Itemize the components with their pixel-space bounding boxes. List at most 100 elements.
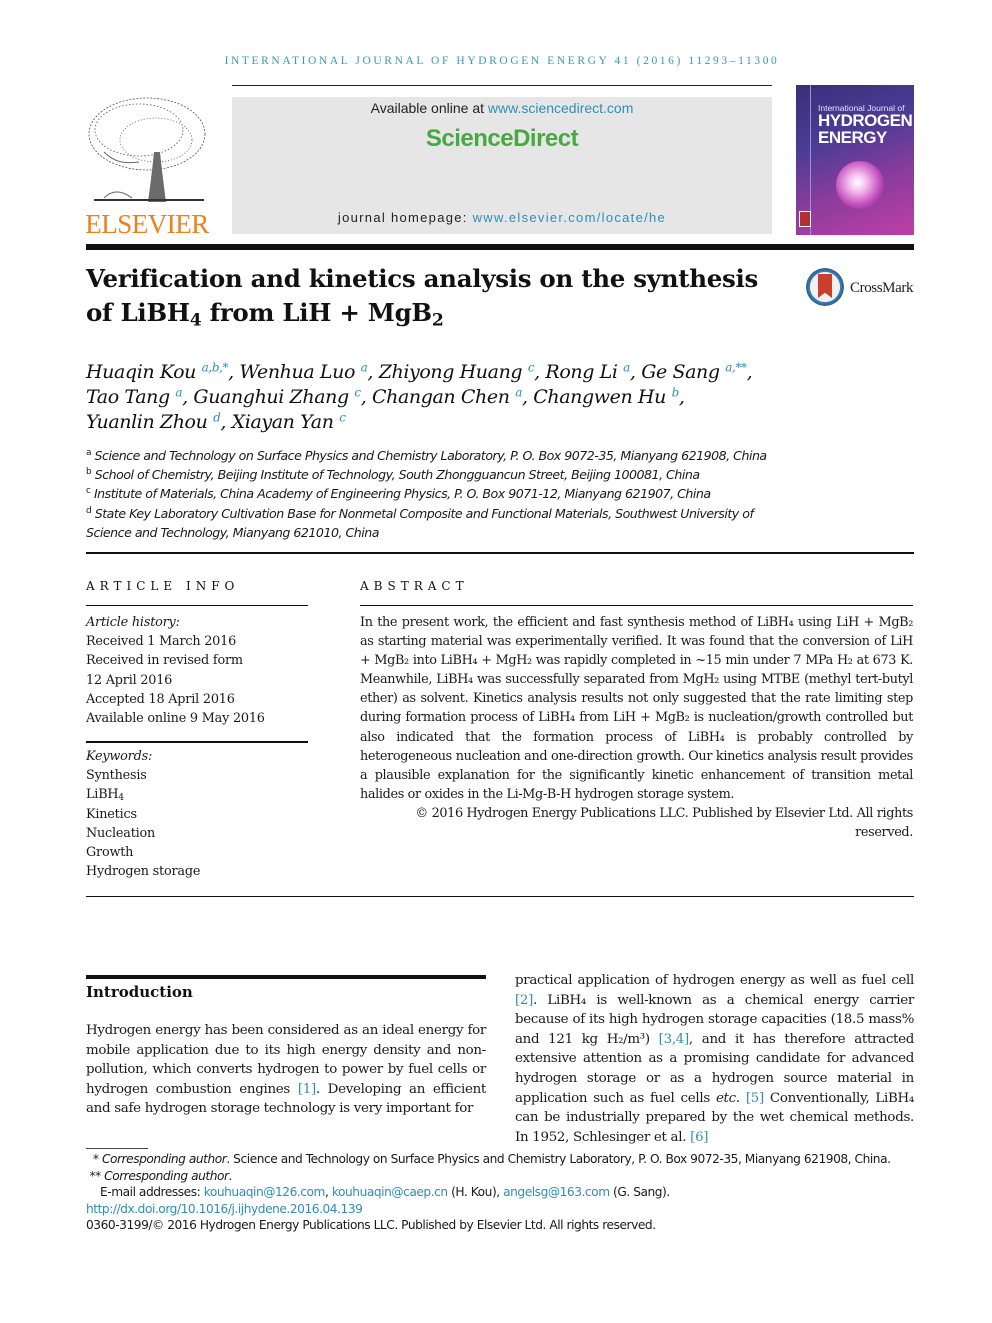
article-title: Verification and kinetics analysis on th… (86, 262, 786, 330)
crossmark-button[interactable]: CrossMark (806, 268, 918, 312)
affiliation-text: State Key Laboratory Cultivation Base fo… (86, 505, 754, 540)
body-column-right: practical application of hydrogen energy… (515, 971, 914, 1147)
introduction-rule (86, 975, 486, 979)
keyword-item: Hydrogen storage (86, 864, 201, 880)
author-name[interactable]: Changan Chen (372, 386, 510, 408)
elsevier-tree-icon (88, 97, 206, 202)
affiliation-item: d State Key Laboratory Cultivation Base … (86, 504, 776, 542)
affiliation-item: c Institute of Materials, China Academy … (86, 484, 776, 503)
affiliation-list: a Science and Technology on Surface Phys… (86, 446, 776, 542)
keyword-item: Kinetics (86, 806, 137, 822)
footnotes: * Corresponding author. Science and Tech… (86, 1151, 914, 1234)
affiliation-key: c (86, 486, 91, 497)
footnote-emails: E-mail addresses: kouhuaqin@126.com, kou… (100, 1185, 670, 1199)
author-separator: , (521, 386, 534, 408)
email-label: E-mail addresses: (100, 1185, 204, 1199)
citation-link[interactable]: [6] (690, 1130, 708, 1145)
running-head: INTERNATIONAL JOURNAL OF HYDROGEN ENERGY… (224, 55, 780, 67)
history-item: Accepted 18 April 2016 (86, 691, 235, 707)
author-separator: , (220, 411, 232, 433)
footnote-rule (86, 1148, 148, 1149)
journal-homepage-link[interactable]: www.elsevier.com/locate/he (473, 210, 666, 225)
journal-homepage-line: journal homepage: www.elsevier.com/locat… (232, 210, 772, 225)
author-name[interactable]: Yuanlin Zhou (86, 411, 208, 433)
author-name[interactable]: Xiayan Yan (232, 411, 334, 433)
author-separator: , (182, 386, 194, 408)
elsevier-wordmark: ELSEVIER (85, 209, 209, 239)
body-text-italic: etc. (715, 1090, 740, 1106)
author-separator: , (534, 361, 546, 383)
footnote-label: Corresponding author (101, 1152, 227, 1166)
author-affiliation-marker[interactable]: b (672, 385, 680, 399)
journal-cover-image[interactable]: International Journal of HYDROGEN ENERGY (796, 85, 914, 235)
footnote-text: . (228, 1168, 233, 1183)
author-affiliation-marker[interactable]: a,b,* (202, 360, 229, 374)
introduction-heading: Introduction (86, 983, 193, 1001)
history-item: Received 1 March 2016 (86, 634, 237, 650)
affiliation-item: a Science and Technology on Surface Phys… (86, 446, 776, 465)
author-separator: , (746, 361, 753, 383)
front-matter-divider (86, 552, 914, 554)
email-link[interactable]: kouhuaqin@126.com (204, 1185, 326, 1199)
author-name[interactable]: Rong Li (545, 361, 617, 383)
citation-link[interactable]: [2] (515, 993, 533, 1008)
author-affiliation-marker[interactable]: a (515, 385, 522, 399)
sciencedirect-banner: Available online at www.sciencedirect.co… (232, 97, 772, 234)
keyword-items: Synthesis LiBH4 Kinetics Nucleation Growth Hy… (86, 766, 308, 881)
author-name[interactable]: Zhiyong Huang (379, 361, 523, 383)
author-affiliation-marker[interactable]: a (623, 360, 630, 374)
affiliation-text: Science and Technology on Surface Physic… (94, 448, 768, 463)
elsevier-logo[interactable]: ELSEVIER (84, 92, 210, 238)
sciencedirect-link[interactable]: www.sciencedirect.com (488, 100, 634, 116)
article-info-rule (86, 605, 308, 606)
footnote-mark: * (92, 1152, 99, 1166)
article-info-heading: ARTICLE INFO (86, 579, 240, 593)
footnote-label: Corresponding author (104, 1168, 229, 1183)
cover-title: HYDROGEN ENERGY (818, 112, 913, 147)
body-text: practical application of hydrogen energy… (515, 973, 914, 988)
author-name[interactable]: Tao Tang (86, 386, 170, 408)
keyword-item: Nucleation (86, 825, 156, 841)
affiliation-item: b School of Chemistry, Beijing Institute… (86, 465, 776, 484)
footnote-corresponding-2: ** Corresponding author. (86, 1168, 914, 1185)
email-link[interactable]: kouhuaqin@caep.cn (332, 1185, 448, 1199)
crossmark-label: CrossMark (850, 280, 914, 296)
email-link[interactable]: angelsg@163.com (503, 1185, 610, 1199)
history-item: 12 April 2016 (86, 672, 173, 688)
affiliation-key: b (86, 467, 92, 478)
citation-link[interactable]: [5] (746, 1091, 764, 1106)
author-name[interactable]: Ge Sang (641, 361, 720, 383)
title-text-2: from LiH + MgB (201, 298, 433, 327)
affiliation-key: a (86, 448, 92, 459)
email-owner: (G. Sang). (609, 1185, 670, 1199)
issn-copyright: 0360-3199/© 2016 Hydrogen Energy Publica… (86, 1218, 656, 1232)
cover-orb-graphic (836, 161, 884, 209)
abstract-bottom-divider (86, 896, 914, 897)
keywords-rule (86, 741, 308, 743)
keyword-item: LiBH4 (86, 787, 124, 804)
author-affiliation-marker[interactable]: c (339, 410, 346, 424)
author-name[interactable]: Wenhua Luo (239, 361, 355, 383)
cover-badge-icon (799, 211, 811, 227)
abstract-rule (360, 605, 913, 606)
sciencedirect-logo[interactable]: ScienceDirect (232, 125, 772, 153)
email-owner: (H. Kou), (447, 1185, 504, 1199)
available-online-line: Available online at www.sciencedirect.co… (232, 100, 772, 116)
abstract-heading: ABSTRACT (360, 579, 469, 593)
author-separator: , (367, 361, 379, 383)
citation-link[interactable]: [3,4] (659, 1032, 690, 1047)
masthead-top-rule (232, 85, 772, 86)
citation-link[interactable]: [1] (298, 1082, 316, 1097)
keywords: Keywords: Synthesis LiBH4 Kinetics Nucleati… (86, 747, 308, 881)
keyword-item: Growth (86, 845, 134, 861)
author-name[interactable]: Changwen Hu (533, 386, 666, 408)
doi-link[interactable]: http://dx.doi.org/10.1016/j.ijhydene.201… (86, 1201, 914, 1218)
masthead-bottom-rule (86, 244, 914, 250)
author-separator: , (228, 361, 240, 383)
author-affiliation-marker[interactable]: a,** (725, 360, 747, 374)
title-subscript-1: 4 (189, 310, 202, 331)
cover-title-line2: ENERGY (818, 128, 887, 147)
author-name[interactable]: Guanghui Zhang (193, 386, 349, 408)
abstract-copyright: © 2016 Hydrogen Energy Publications LLC.… (415, 805, 913, 841)
author-name[interactable]: Huaqin Kou (86, 361, 196, 383)
